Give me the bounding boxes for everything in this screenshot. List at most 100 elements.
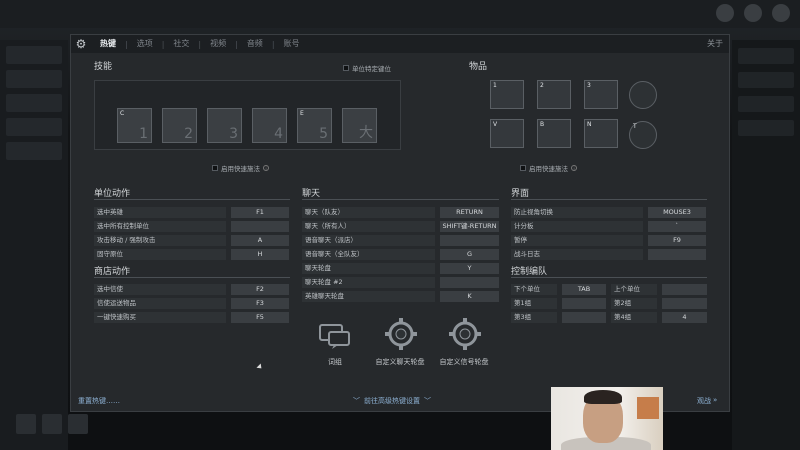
- hotkey-key[interactable]: [440, 235, 499, 246]
- skill-slot-4[interactable]: 4: [252, 108, 287, 143]
- skill-slot-ultimate[interactable]: 大: [342, 108, 377, 143]
- item-slot-2[interactable]: 2: [537, 80, 571, 109]
- hotkey-row[interactable]: 第3组 第4组 4: [511, 312, 707, 323]
- hotkey-row[interactable]: 选中所有控制单位: [94, 221, 290, 232]
- item-slot-5[interactable]: B: [537, 119, 571, 148]
- tray-icon[interactable]: [68, 414, 88, 434]
- hotkey-key[interactable]: F3: [231, 298, 289, 309]
- hotkey-key[interactable]: Y: [440, 263, 499, 274]
- tab-video[interactable]: 视频: [201, 35, 235, 53]
- hotkey-row[interactable]: 聊天（所有人） SHIFT键-RETURN: [302, 221, 499, 232]
- hotkey-row[interactable]: 选中英雄 F1: [94, 207, 290, 218]
- chat-wheel-icon[interactable]: [383, 318, 419, 350]
- custom-chat-wheel-label[interactable]: 自定义聊天轮盘: [367, 357, 433, 367]
- chat-bubble-icon[interactable]: [317, 321, 353, 351]
- gear-icon[interactable]: ⚙: [71, 35, 91, 53]
- hotkey-key[interactable]: F1: [231, 207, 289, 218]
- hotkey-key[interactable]: RETURN: [440, 207, 499, 218]
- hotkey-row[interactable]: 攻击移动 / 强制攻击 A: [94, 235, 290, 246]
- hotkey-row[interactable]: 固守原位 H: [94, 249, 290, 260]
- hotkey-key[interactable]: [562, 312, 606, 323]
- top-bar-item[interactable]: [0, 0, 50, 28]
- hotkey-key[interactable]: F9: [648, 235, 706, 246]
- sidebar-item[interactable]: [6, 94, 62, 112]
- skill-slot-3[interactable]: 3: [207, 108, 242, 143]
- sidebar-item[interactable]: [6, 142, 62, 160]
- checkbox-box[interactable]: [343, 65, 349, 71]
- hotkey-key[interactable]: `: [648, 221, 706, 232]
- sidebar-item[interactable]: [738, 48, 794, 64]
- checkbox-box[interactable]: [520, 165, 526, 171]
- hotkey-row[interactable]: 选中信使 F2: [94, 284, 290, 295]
- hotkey-row[interactable]: 计分板 `: [511, 221, 707, 232]
- hotkey-row[interactable]: 防止视角切换 MOUSE3: [511, 207, 707, 218]
- neutral-item-slot[interactable]: [629, 81, 657, 109]
- skill-slot-2[interactable]: 2: [162, 108, 197, 143]
- hotkey-key[interactable]: SHIFT键-RETURN: [440, 221, 499, 232]
- hotkey-row[interactable]: 下个单位 TAB 上个单位: [511, 284, 707, 295]
- sidebar-item[interactable]: [6, 46, 62, 64]
- info-icon[interactable]: i: [263, 165, 269, 171]
- sidebar-item[interactable]: [738, 72, 794, 88]
- user-icon[interactable]: [716, 4, 734, 22]
- special-key-checkbox[interactable]: 单位特定键位: [343, 63, 391, 73]
- skills-quick-cast-checkbox[interactable]: 启用快速施法 i: [212, 163, 269, 173]
- sidebar-item[interactable]: [738, 120, 794, 136]
- items-quick-cast-checkbox[interactable]: 启用快速施法 i: [520, 163, 577, 173]
- hotkey-key[interactable]: TAB: [562, 284, 606, 295]
- hotkey-row[interactable]: 语音聊天（派店）: [302, 235, 499, 246]
- hotkey-key[interactable]: H: [231, 249, 289, 260]
- skill-slot-1[interactable]: C1: [117, 108, 152, 143]
- sidebar-item[interactable]: [738, 96, 794, 112]
- hotkey-key[interactable]: [231, 221, 289, 232]
- item-slot-3[interactable]: 3: [584, 80, 618, 109]
- tab-audio[interactable]: 音频: [238, 35, 272, 53]
- hotkey-row[interactable]: 英雄聊天轮盘 K: [302, 291, 499, 302]
- hotkey-key[interactable]: [648, 249, 706, 260]
- item-slot-6[interactable]: N: [584, 119, 618, 148]
- hotkey-row[interactable]: 暂停 F9: [511, 235, 707, 246]
- hotkey-key[interactable]: K: [440, 291, 499, 302]
- hotkey-row[interactable]: 第1组 第2组: [511, 298, 707, 309]
- tray-icon[interactable]: [42, 414, 62, 434]
- checkbox-box[interactable]: [212, 165, 218, 171]
- hotkey-row[interactable]: 一键快速购买 F5: [94, 312, 290, 323]
- item-slot-1[interactable]: 1: [490, 80, 524, 109]
- hotkey-key[interactable]: 4: [662, 312, 707, 323]
- tab-account[interactable]: 账号: [275, 35, 309, 53]
- hotkey-row[interactable]: 聊天（队友） RETURN: [302, 207, 499, 218]
- top-bar-item[interactable]: [50, 0, 100, 28]
- settings-icon[interactable]: [744, 4, 762, 22]
- item-slot-4[interactable]: V: [490, 119, 524, 148]
- skill-slot-5[interactable]: E5: [297, 108, 332, 143]
- about-button[interactable]: 关于: [707, 35, 723, 53]
- hotkey-key[interactable]: F2: [231, 284, 289, 295]
- hotkey-key[interactable]: [662, 298, 707, 309]
- hotkey-row[interactable]: 信使运送物品 F3: [94, 298, 290, 309]
- custom-signal-wheel-label[interactable]: 自定义信号轮盘: [431, 357, 497, 367]
- sidebar-item[interactable]: [6, 70, 62, 88]
- hotkey-key[interactable]: MOUSE3: [648, 207, 706, 218]
- tab-options[interactable]: 选项: [128, 35, 162, 53]
- info-icon[interactable]: i: [571, 165, 577, 171]
- advanced-hotkeys-link[interactable]: ﹀ 前往高级热键设置 ﹀: [353, 396, 431, 406]
- hotkey-key[interactable]: F5: [231, 312, 289, 323]
- hotkey-row[interactable]: 语音聊天（全队友） G: [302, 249, 499, 260]
- sidebar-item[interactable]: [6, 118, 62, 136]
- hotkey-row[interactable]: 战斗日志: [511, 249, 707, 260]
- spectate-button[interactable]: 观战 »: [697, 396, 717, 406]
- hotkey-key[interactable]: [440, 277, 499, 288]
- hotkey-key[interactable]: [662, 284, 707, 295]
- tab-hotkeys[interactable]: 热键: [91, 35, 125, 53]
- teleport-scroll-slot[interactable]: T: [629, 121, 657, 149]
- hotkey-row[interactable]: 聊天轮盘 #2: [302, 277, 499, 288]
- tab-social[interactable]: 社交: [164, 35, 198, 53]
- power-icon[interactable]: [772, 4, 790, 22]
- tray-icon[interactable]: [16, 414, 36, 434]
- hotkey-key[interactable]: G: [440, 249, 499, 260]
- hotkey-key[interactable]: [562, 298, 606, 309]
- top-bar-item[interactable]: [100, 0, 150, 28]
- hotkey-key[interactable]: A: [231, 235, 289, 246]
- phrase-label[interactable]: 词组: [317, 357, 353, 367]
- hotkey-row[interactable]: 聊天轮盘 Y: [302, 263, 499, 274]
